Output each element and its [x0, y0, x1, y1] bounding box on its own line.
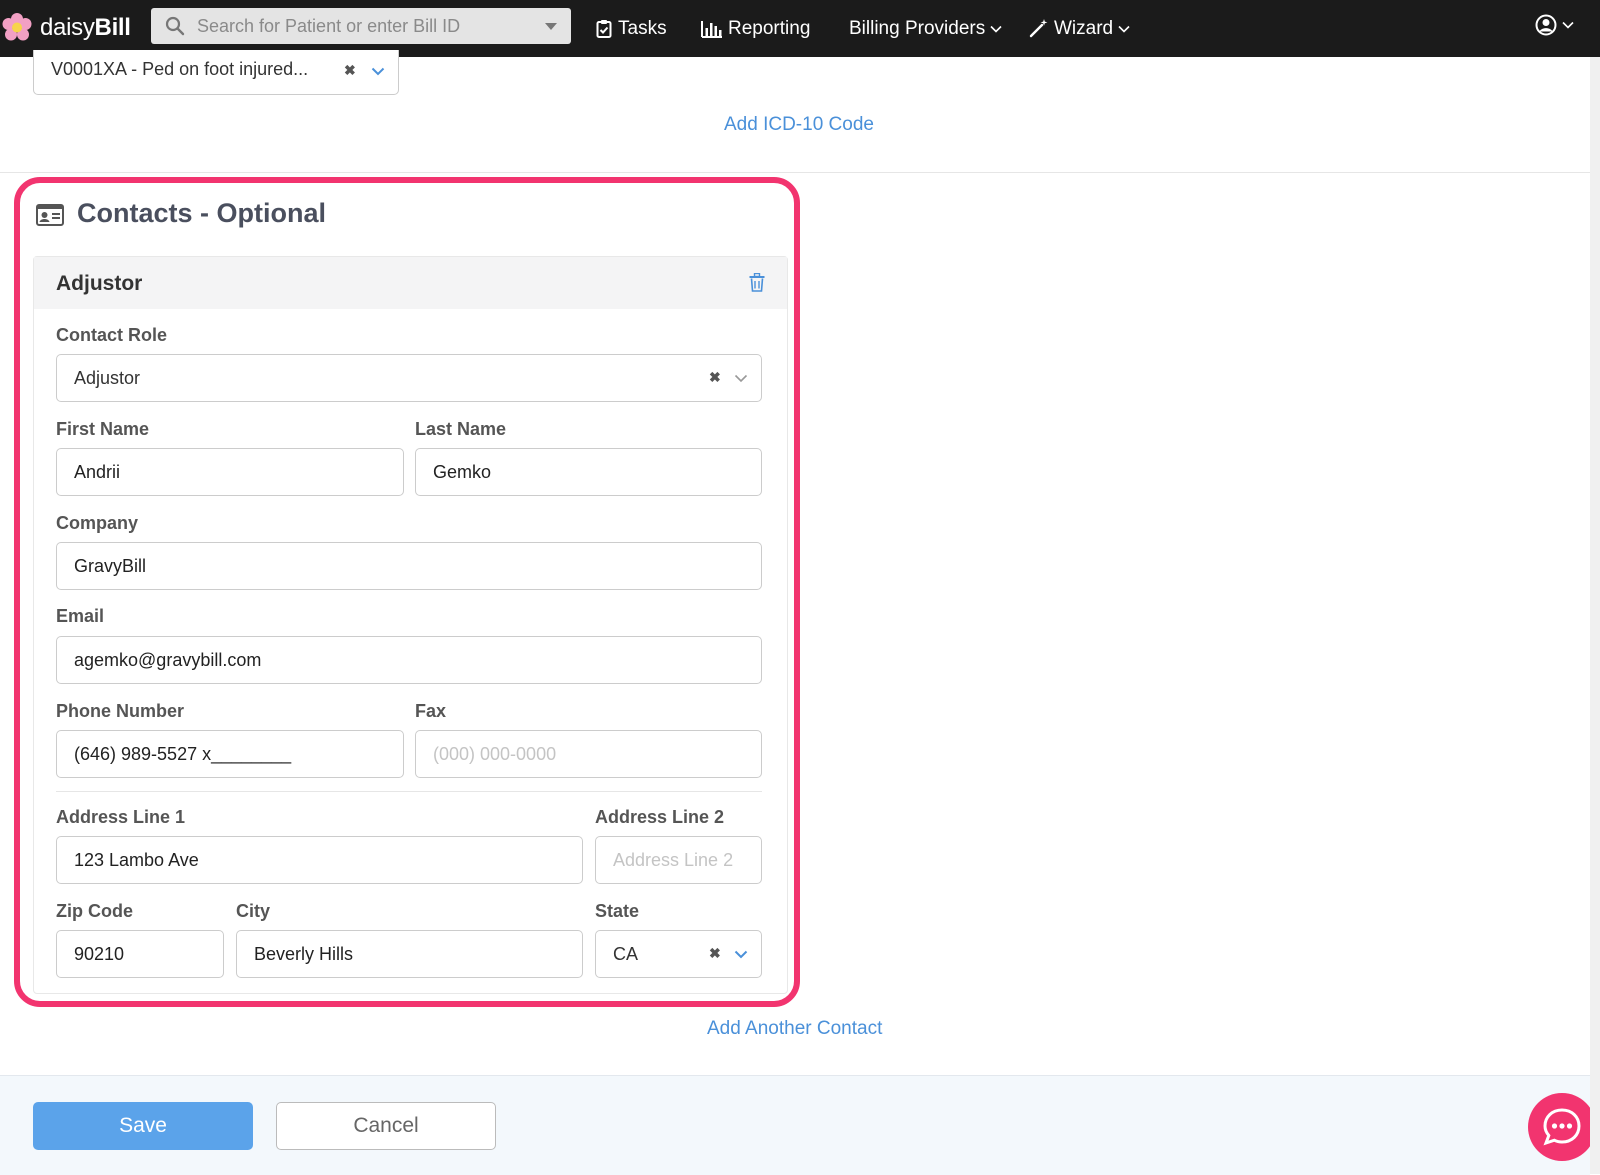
daisybill-logo[interactable]: daisyBill — [0, 11, 131, 45]
chevron-down-icon — [990, 25, 1002, 33]
user-avatar-icon — [1535, 14, 1557, 36]
save-button[interactable]: Save — [33, 1102, 253, 1150]
chevron-down-icon — [1118, 25, 1130, 33]
chevron-down-icon — [1562, 21, 1574, 29]
add-another-contact-link[interactable]: Add Another Contact — [707, 1018, 882, 1040]
nav-tasks[interactable]: Tasks — [596, 0, 667, 57]
chevron-down-icon[interactable] — [371, 67, 385, 76]
search-dropdown-caret-icon[interactable] — [545, 23, 557, 30]
nav-reporting[interactable]: Reporting — [701, 0, 810, 57]
nav-wizard-label: Wizard — [1054, 17, 1114, 39]
clear-icon[interactable]: ✖ — [344, 62, 356, 79]
search-icon — [165, 16, 185, 36]
chat-launcher-button[interactable] — [1528, 1093, 1596, 1161]
contacts-highlight-outline — [14, 177, 800, 1007]
nav-billing-providers-label: Billing Providers — [849, 17, 986, 39]
patient-search[interactable] — [151, 8, 571, 44]
section-divider — [0, 172, 1590, 173]
user-menu[interactable] — [1535, 14, 1574, 36]
icd10-selected-value: V0001XA - Ped on foot injured... — [51, 59, 309, 79]
nav-wizard[interactable]: Wizard — [1029, 0, 1136, 57]
add-icd10-code-link[interactable]: Add ICD-10 Code — [724, 114, 874, 136]
nav-tasks-label: Tasks — [618, 17, 667, 39]
search-input[interactable] — [197, 8, 527, 44]
nav-billing-providers[interactable]: Billing Providers — [849, 0, 1008, 57]
cancel-button[interactable]: Cancel — [276, 1102, 496, 1150]
nav-reporting-label: Reporting — [728, 17, 811, 39]
clipboard-check-icon — [596, 20, 612, 38]
icd10-code-select[interactable]: V0001XA - Ped on foot injured... ✖ — [33, 50, 399, 95]
logo-text: daisyBill — [40, 14, 131, 41]
magic-wand-icon — [1029, 19, 1048, 38]
chat-bubble-icon — [1543, 1108, 1581, 1146]
bar-chart-icon — [701, 20, 722, 38]
top-navbar: daisyBill Tasks Reporting Billing Provid… — [0, 0, 1600, 57]
page-scrollbar[interactable] — [1590, 57, 1600, 1174]
daisy-flower-icon — [2, 13, 32, 41]
